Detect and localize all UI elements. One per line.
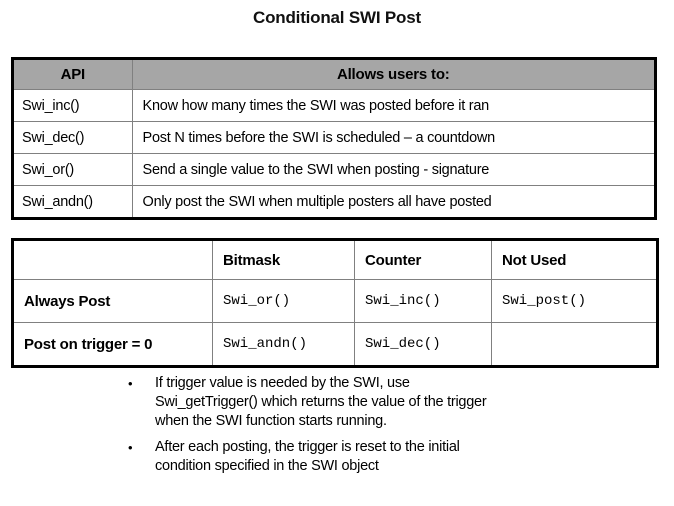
matrix-table-header: Bitmask Counter Not Used [12, 239, 658, 280]
column-header-blank [12, 239, 213, 280]
table-header-row: API Allows users to: [12, 58, 657, 90]
api-table-header: API Allows users to: [12, 58, 657, 90]
cell-counter: Swi_inc() [354, 279, 492, 323]
api-table-body: Swi_inc() Know how many times the SWI wa… [12, 89, 657, 219]
list-item-text: After each posting, the trigger is reset… [155, 439, 460, 474]
table-row: Swi_or() Send a single value to the SWI … [12, 153, 657, 186]
list-item: • If trigger value is needed by the SWI,… [128, 374, 558, 431]
cell-not-used: Swi_post() [491, 279, 658, 323]
column-header-allows-users-to: Allows users to: [131, 58, 657, 90]
column-header-bitmask: Bitmask [212, 239, 355, 280]
cell-counter: Swi_dec() [354, 322, 492, 367]
cell-api-description: Post N times before the SWI is scheduled… [131, 121, 657, 154]
list-item: • After each posting, the trigger is res… [128, 438, 558, 476]
cell-api-name: Swi_andn() [12, 185, 133, 219]
cell-not-used [491, 322, 658, 367]
table-row: Swi_dec() Post N times before the SWI is… [12, 121, 657, 154]
notes-bullet-list: • If trigger value is needed by the SWI,… [128, 374, 558, 483]
list-item-text: If trigger value is needed by the SWI, u… [155, 375, 487, 429]
api-description-table: API Allows users to: Swi_inc() Know how … [11, 57, 657, 220]
row-label-post-on-trigger: Post on trigger = 0 [12, 322, 213, 367]
table-row: Swi_inc() Know how many times the SWI wa… [12, 89, 657, 122]
post-mode-matrix-table: Bitmask Counter Not Used Always Post Swi… [11, 238, 659, 368]
table-header-row: Bitmask Counter Not Used [12, 239, 658, 280]
column-header-not-used: Not Used [491, 239, 658, 280]
bullet-point-icon: • [128, 376, 133, 391]
column-header-api: API [12, 58, 133, 90]
table-row: Post on trigger = 0 Swi_andn() Swi_dec() [12, 322, 658, 367]
cell-api-description: Know how many times the SWI was posted b… [131, 89, 657, 122]
cell-api-description: Send a single value to the SWI when post… [131, 153, 657, 186]
cell-api-name: Swi_or() [12, 153, 133, 186]
page-title: Conditional SWI Post [253, 8, 421, 27]
row-label-always-post: Always Post [12, 279, 213, 323]
table-row: Swi_andn() Only post the SWI when multip… [12, 185, 657, 219]
bullet-point-icon: • [128, 440, 133, 455]
cell-api-name: Swi_dec() [12, 121, 133, 154]
table-row: Always Post Swi_or() Swi_inc() Swi_post(… [12, 279, 658, 323]
cell-bitmask: Swi_or() [212, 279, 355, 323]
cell-bitmask: Swi_andn() [212, 322, 355, 367]
matrix-table-body: Always Post Swi_or() Swi_inc() Swi_post(… [12, 279, 658, 367]
cell-api-description: Only post the SWI when multiple posters … [131, 185, 657, 219]
column-header-counter: Counter [354, 239, 492, 280]
cell-api-name: Swi_inc() [12, 89, 133, 122]
